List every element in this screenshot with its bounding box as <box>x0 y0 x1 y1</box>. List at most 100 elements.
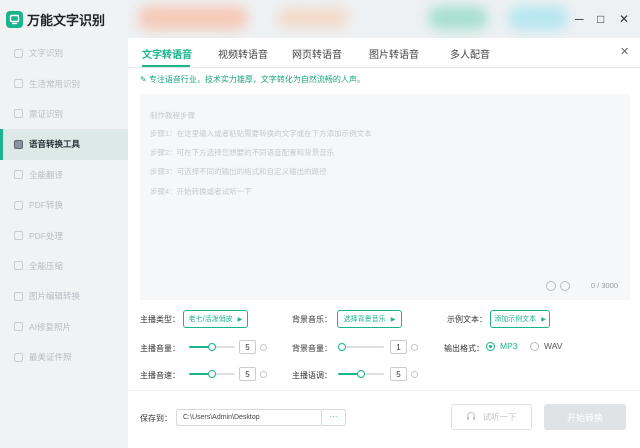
text-scan-icon <box>14 48 23 58</box>
save-path-input[interactable]: C:\Users\Admin\Desktop <box>176 409 322 426</box>
start-convert-button[interactable]: 开始转换 <box>544 404 626 430</box>
sidebar-item-pdf-process[interactable]: PDF处理 <box>0 220 128 250</box>
sidebar-item-image-edit[interactable]: 图片编辑转换 <box>0 281 128 311</box>
anchor-tone-label: 主播语调： <box>292 371 332 380</box>
tab-video-to-speech[interactable]: 视频转语音 <box>218 46 268 61</box>
sidebar-item-label: 全能压缩 <box>29 260 64 271</box>
play-triangle-icon: ▶ <box>390 316 396 323</box>
bgm-volume-label: 背景音量： <box>292 344 332 353</box>
anchor-volume-slider[interactable] <box>189 341 235 353</box>
maximize-button[interactable]: □ <box>597 12 604 26</box>
sidebar-item-label: 生活常用识别 <box>29 78 81 89</box>
sidebar-nav: 文字识别 生活常用识别 票证识别 语音转换工具 全能翻译 PDF转换 PDF处理… <box>0 38 128 372</box>
tab-bar: 文字转语音 视频转语音 网页转语音 图片转语音 多人配音 ✕ <box>128 38 640 68</box>
sample-text-button[interactable]: 添加示例文本 ▶ <box>490 310 550 328</box>
editor-placeholder-step: 步骤1：在这里输入或者粘贴需要转换的文字或在下方添加示例文本 <box>150 129 372 138</box>
scan-icon <box>14 79 23 89</box>
bgm-volume-input[interactable]: 1 <box>390 340 407 354</box>
slider-handle[interactable] <box>357 370 365 378</box>
tab-web-to-speech[interactable]: 网页转语音 <box>292 46 342 61</box>
sidebar-item-ticket-recognition[interactable]: 票证识别 <box>0 99 128 129</box>
radio-dot <box>530 341 539 351</box>
sidebar-item-label: 图片编辑转换 <box>29 291 81 302</box>
main-panel: 文字转语音 视频转语音 网页转语音 图片转语音 多人配音 ✕ ✎ 专注语音行业，… <box>128 38 640 448</box>
format-wav-radio[interactable]: WAV <box>530 341 562 351</box>
sidebar-item-voice-tools[interactable]: 语音转换工具 <box>0 129 128 160</box>
anchor-tone-slider[interactable] <box>338 368 384 380</box>
anchor-speed-label: 主播音速： <box>140 371 180 380</box>
listen-button[interactable]: 试听一下 <box>451 404 532 430</box>
sample-text-value: 添加示例文本 <box>494 316 537 323</box>
reset-icon[interactable] <box>411 344 418 351</box>
tab-text-to-speech[interactable]: 文字转语音 <box>142 46 192 61</box>
compress-icon <box>14 261 23 271</box>
notice-icon: ✎ <box>140 75 149 84</box>
sidebar-item-text-recognition[interactable]: 文字识别 <box>0 38 128 68</box>
bgm-volume-slider[interactable] <box>338 341 384 353</box>
listen-label: 试听一下 <box>482 412 517 422</box>
format-mp3-label: MP3 <box>500 341 518 351</box>
save-path-label: 保存到： <box>140 414 172 423</box>
tab-multi-voice[interactable]: 多人配音 <box>450 46 490 61</box>
app-logo: 万能文字识别 <box>6 10 105 29</box>
sidebar-item-id-photo[interactable]: 最美证件照 <box>0 342 128 372</box>
play-triangle-icon: ▶ <box>237 316 243 323</box>
minimize-button[interactable]: ─ <box>575 12 584 26</box>
undo-icon[interactable] <box>546 281 556 291</box>
id-photo-icon <box>14 352 23 362</box>
reset-icon[interactable] <box>260 344 267 351</box>
editor-placeholder-step: 步骤4：开始转换或者试听一下 <box>150 187 252 196</box>
bgm-button[interactable]: 选择背景音乐 ▶ <box>337 310 402 328</box>
anchor-tone-input[interactable]: 5 <box>390 367 407 381</box>
slider-handle[interactable] <box>338 343 346 351</box>
slider-handle[interactable] <box>208 343 216 351</box>
radio-dot <box>486 341 495 351</box>
tab-image-to-speech[interactable]: 图片转语音 <box>369 46 419 61</box>
app-logo-icon <box>6 11 23 28</box>
top-banner <box>128 0 568 38</box>
app-title: 万能文字识别 <box>27 13 106 28</box>
sidebar-item-label: 最美证件照 <box>29 352 72 363</box>
headphones-icon <box>466 411 476 423</box>
anchor-speed-input[interactable]: 5 <box>239 367 256 381</box>
text-editor[interactable]: 制作教程步骤 步骤1：在这里输入或者粘贴需要转换的文字或在下方添加示例文本 步骤… <box>140 94 630 300</box>
anchor-type-button[interactable]: 老七/活泼俏皮 ▶ <box>183 310 248 328</box>
pdf-process-icon <box>14 231 23 241</box>
slider-handle[interactable] <box>208 370 216 378</box>
close-button[interactable]: ✕ <box>619 12 629 26</box>
reset-icon[interactable] <box>411 371 418 378</box>
char-count: 0 / 3000 <box>590 281 618 290</box>
sidebar-item-translate[interactable]: 全能翻译 <box>0 160 128 190</box>
sidebar-item-label: 全能翻译 <box>29 169 64 180</box>
bgm-label: 背景音乐： <box>292 315 332 324</box>
sidebar: 万能文字识别 文字识别 生活常用识别 票证识别 语音转换工具 全能翻译 PDF转… <box>0 0 128 448</box>
notice-text: ✎ 专注语音行业，技术实力雄厚，文字转化为自然流畅的人声。 <box>140 74 365 85</box>
clear-icon[interactable] <box>560 281 570 291</box>
browse-button[interactable]: ··· <box>322 409 346 426</box>
ai-photo-icon <box>14 322 23 332</box>
sample-text-label: 示例文本： <box>447 315 487 324</box>
sidebar-item-life-recognition[interactable]: 生活常用识别 <box>0 68 128 98</box>
format-mp3-radio[interactable]: MP3 <box>486 341 517 351</box>
sidebar-item-compress[interactable]: 全能压缩 <box>0 251 128 281</box>
sidebar-item-label: 票证识别 <box>29 108 64 119</box>
bgm-value: 选择背景音乐 <box>343 316 386 323</box>
sidebar-item-ai-photo[interactable]: AI修复照片 <box>0 312 128 342</box>
pdf-convert-icon <box>14 200 23 210</box>
sidebar-item-pdf-convert[interactable]: PDF转换 <box>0 190 128 220</box>
anchor-speed-slider[interactable] <box>189 368 235 380</box>
notice-label: 专注语音行业，技术实力雄厚，文字转化为自然流畅的人声。 <box>148 75 365 84</box>
divider <box>128 390 640 391</box>
sidebar-item-label: PDF处理 <box>29 230 64 241</box>
sidebar-item-label: AI修复照片 <box>29 321 72 332</box>
anchor-type-value: 老七/活泼俏皮 <box>188 316 233 323</box>
tab-close-icon[interactable]: ✕ <box>620 45 629 58</box>
reset-icon[interactable] <box>260 371 267 378</box>
output-format-label: 输出格式： <box>444 344 484 353</box>
ticket-icon <box>14 109 23 119</box>
editor-placeholder-step: 步骤3：可选择不同的输出的格式和自定义输出的路径 <box>150 167 327 176</box>
anchor-volume-input[interactable]: 5 <box>239 340 256 354</box>
sidebar-item-label: 文字识别 <box>29 48 64 59</box>
tab-active-indicator <box>142 65 190 67</box>
image-edit-icon <box>14 291 23 301</box>
